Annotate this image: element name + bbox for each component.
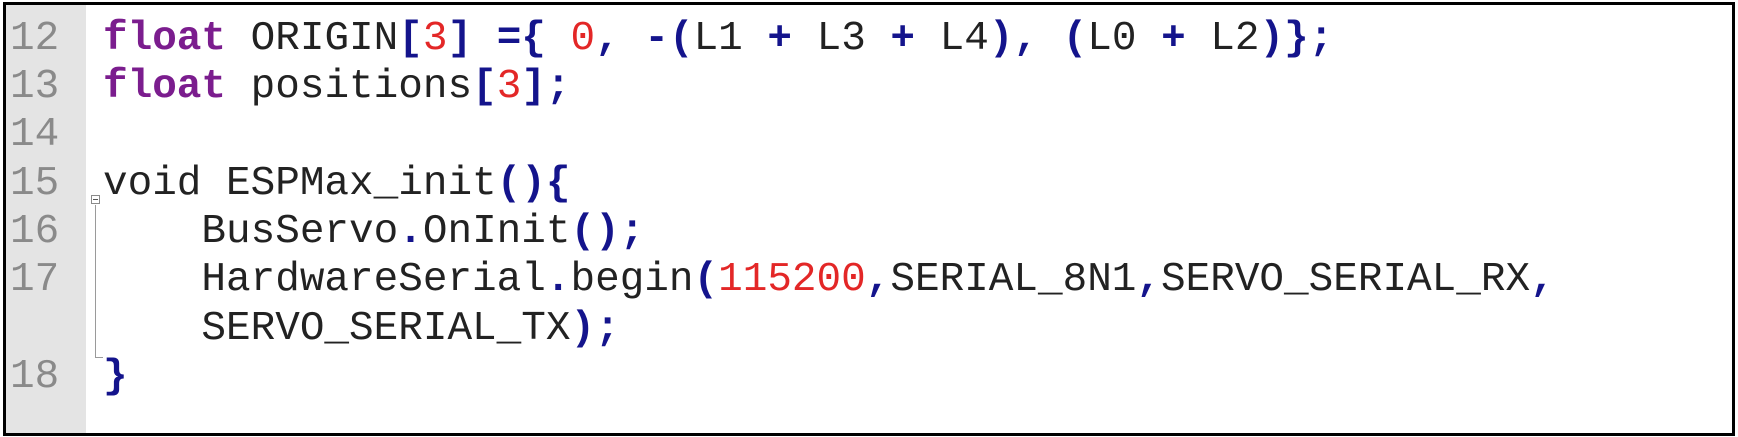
code-text: void ESPMax_init(){ xyxy=(103,158,570,210)
code-token: float xyxy=(103,64,227,110)
line-number: 18 xyxy=(10,354,60,400)
line-number: 16 xyxy=(10,209,60,255)
code-token: L2 xyxy=(1185,16,1260,62)
code-token: [ xyxy=(472,64,497,110)
code-text: float positions[3]; xyxy=(103,61,571,113)
code-token: begin xyxy=(570,257,694,303)
code-editor[interactable]: 12 float ORIGIN[3] ={ 0, -(L1 + L3 + L4),… xyxy=(3,2,1735,436)
code-text: SERVO_SERIAL_TX); xyxy=(103,303,620,355)
code-token: + xyxy=(890,16,916,62)
code-text: BusServo.OnInit(); xyxy=(103,206,644,258)
code-text: float ORIGIN[3] ={ 0, -(L1 + L3 + L4), (… xyxy=(103,13,1333,65)
code-token: 3 xyxy=(422,16,448,62)
code-token: L1 xyxy=(693,16,768,62)
code-token: + xyxy=(767,16,792,62)
code-token: SERVO_SERIAL_TX xyxy=(103,306,571,352)
code-token: ( xyxy=(1062,16,1088,62)
code-token: L4 xyxy=(915,16,989,62)
code-token: SERIAL_8N1 xyxy=(890,257,1137,303)
fold-guide-line xyxy=(95,205,96,357)
code-token: ), xyxy=(988,16,1039,62)
code-token: positions xyxy=(226,64,473,110)
line-number: 15 xyxy=(10,161,60,207)
line-number: 13 xyxy=(10,64,60,110)
code-token: (){ xyxy=(496,161,571,207)
code-text: HardwareSerial.begin(115200,SERIAL_8N1,S… xyxy=(103,254,1555,306)
code-token: void ESPMax_init xyxy=(103,161,497,207)
code-token: , xyxy=(1530,257,1555,303)
code-token: ] xyxy=(447,16,473,62)
fold-margin xyxy=(86,5,100,433)
code-token: , xyxy=(1136,257,1162,303)
code-token: 0 xyxy=(570,16,596,62)
code-token: float xyxy=(103,16,227,62)
code-token: } xyxy=(103,354,128,400)
code-token: 115200 xyxy=(718,257,866,303)
code-token: BusServo xyxy=(103,209,399,255)
line-number: 12 xyxy=(10,16,60,62)
code-token: HardwareSerial xyxy=(103,257,546,303)
code-token: [ xyxy=(398,16,423,62)
code-token: SERVO_SERIAL_RX xyxy=(1161,257,1531,303)
code-token: ]; xyxy=(521,64,571,110)
code-token: (); xyxy=(570,209,645,255)
code-token: , xyxy=(865,257,891,303)
code-token: -( xyxy=(644,16,694,62)
fold-collapse-icon[interactable] xyxy=(91,195,100,204)
code-token: )}; xyxy=(1259,16,1334,62)
code-token: L3 xyxy=(792,16,891,62)
fold-guide-end xyxy=(95,357,103,358)
code-token: ( xyxy=(693,257,719,303)
code-text: } xyxy=(103,351,128,403)
line-number: 14 xyxy=(10,112,60,158)
line-number: 17 xyxy=(10,257,60,303)
code-token: + xyxy=(1161,16,1186,62)
code-token: . xyxy=(545,257,571,303)
code-token: 3 xyxy=(496,64,522,110)
code-token: L0 xyxy=(1087,16,1162,62)
code-token: ); xyxy=(570,306,620,352)
code-token: OnInit xyxy=(422,209,571,255)
code-token: ORIGIN xyxy=(226,16,399,62)
code-token: ={ xyxy=(496,16,546,62)
code-token: , xyxy=(595,16,620,62)
code-token: . xyxy=(398,209,423,255)
